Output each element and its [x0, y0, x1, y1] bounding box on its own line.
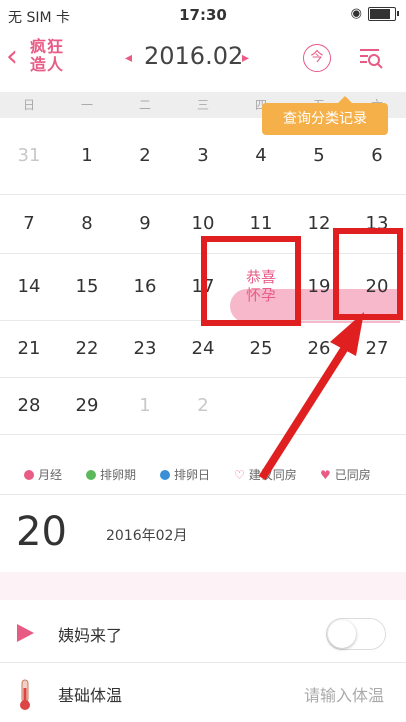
annotation-arrow — [258, 312, 364, 481]
